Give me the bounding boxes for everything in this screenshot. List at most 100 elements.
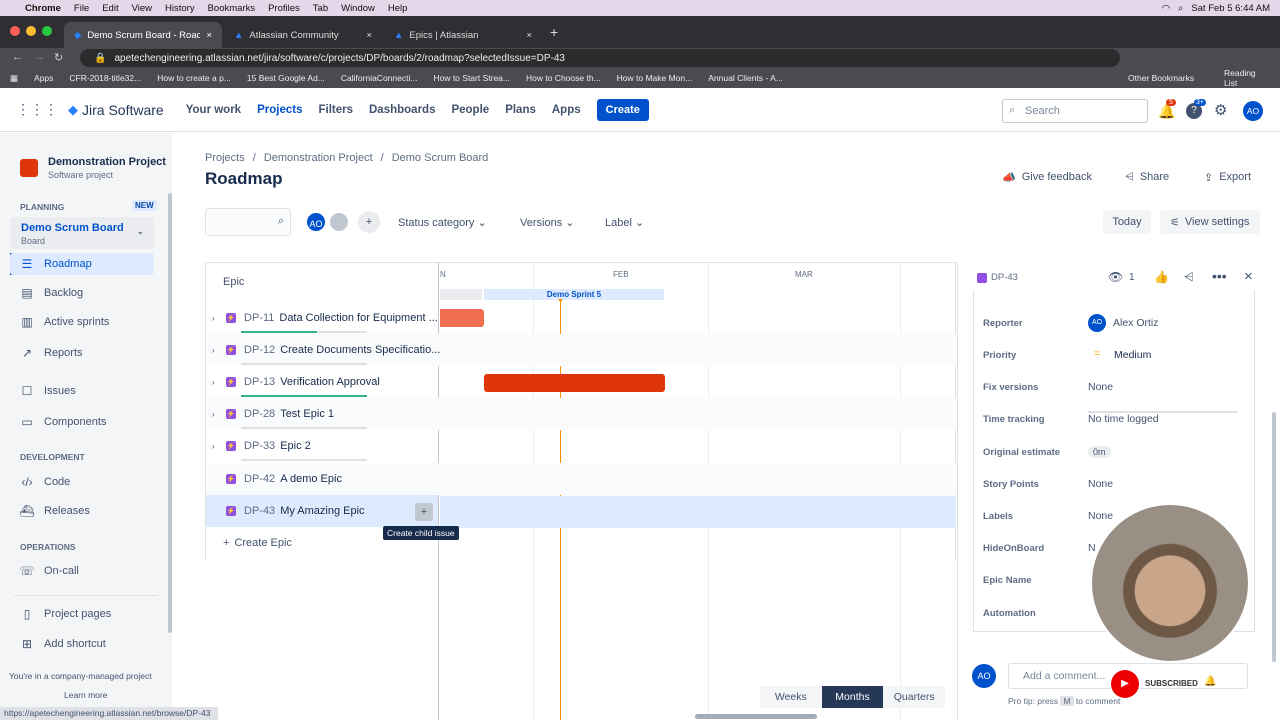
- menu-profiles[interactable]: Profiles: [268, 3, 300, 14]
- tab-roadmap[interactable]: ◆ Demo Scrum Board - Roadmap ×: [64, 22, 222, 48]
- thumbs-up-icon[interactable]: 👍: [1154, 270, 1169, 284]
- close-tab-icon[interactable]: ×: [366, 30, 372, 41]
- app-name[interactable]: Chrome: [25, 3, 61, 14]
- bookmark-item[interactable]: How to Start Strea...: [433, 73, 510, 83]
- close-icon[interactable]: ×: [1244, 268, 1253, 285]
- sidebar-item-active-sprints[interactable]: ▥ Active sprints: [20, 311, 158, 333]
- epic-key[interactable]: DP-13: [244, 376, 275, 388]
- epic-row-dp-11[interactable]: › ⚡ DP-11 Data Collection for Equipment ...: [206, 302, 956, 334]
- epic-key[interactable]: DP-42: [244, 473, 275, 485]
- more-actions-icon[interactable]: •••: [1212, 268, 1227, 284]
- address-bar[interactable]: 🔒 apetechengineering.atlassian.net/jira/…: [80, 49, 1120, 67]
- share-icon[interactable]: ⩤: [1184, 270, 1194, 285]
- nav-projects[interactable]: Projects: [257, 104, 302, 116]
- menu-history[interactable]: History: [165, 3, 195, 14]
- nav-plans[interactable]: Plans: [505, 104, 536, 116]
- bookmark-item[interactable]: CFR-2018-title32...: [69, 73, 141, 83]
- bookmark-item[interactable]: How to Make Mon...: [617, 73, 693, 83]
- horizontal-scrollbar[interactable]: [695, 714, 817, 719]
- search-icon[interactable]: ⌕: [1178, 3, 1183, 14]
- nav-people[interactable]: People: [451, 104, 489, 116]
- jira-logo-icon[interactable]: ◆: [68, 102, 78, 118]
- add-people-icon[interactable]: +: [358, 211, 380, 233]
- settings-gear-icon[interactable]: ⚙: [1214, 101, 1227, 119]
- give-feedback-button[interactable]: 📣 Give feedback: [1002, 171, 1092, 184]
- nav-apps[interactable]: Apps: [552, 104, 581, 116]
- forward-icon[interactable]: →: [34, 51, 45, 63]
- sidebar-item-components[interactable]: ▭ Components: [20, 411, 158, 433]
- nav-dashboards[interactable]: Dashboards: [369, 104, 435, 116]
- sidebar-item-issues[interactable]: ☐ Issues: [20, 380, 158, 402]
- sidebar-item-add-shortcut[interactable]: ⊞ Add shortcut: [20, 633, 158, 655]
- create-button[interactable]: Create: [596, 98, 649, 121]
- selected-row-timeline[interactable]: [440, 496, 956, 528]
- roadmap-search-input[interactable]: ⌕: [205, 208, 291, 236]
- sprint-bar[interactable]: Demo Sprint 5: [484, 289, 664, 300]
- sidebar-item-reports[interactable]: ↗ Reports: [20, 342, 158, 364]
- chevron-right-icon[interactable]: ›: [212, 314, 226, 323]
- epic-summary[interactable]: Epic 2: [280, 440, 311, 452]
- quarters-button[interactable]: Quarters: [883, 686, 946, 708]
- epic-row-dp-43[interactable]: ⚡ DP-43 My Amazing Epic: [206, 495, 438, 527]
- back-icon[interactable]: ←: [12, 51, 23, 63]
- other-bookmarks[interactable]: Other Bookmarks: [1128, 73, 1194, 83]
- project-name[interactable]: Demonstration Project: [48, 156, 166, 168]
- search-input[interactable]: ⌕ Search: [1002, 99, 1148, 123]
- bookmark-item[interactable]: How to Choose th...: [526, 73, 601, 83]
- sidebar-item-code[interactable]: ‹/› Code: [20, 471, 158, 493]
- chevron-right-icon[interactable]: ›: [212, 378, 226, 387]
- epic-row-dp-28[interactable]: › ⚡ DP-28 Test Epic 1: [206, 398, 956, 430]
- issue-key[interactable]: DP-43: [991, 272, 1018, 283]
- breadcrumb-projects[interactable]: Projects: [205, 152, 245, 164]
- sidebar-item-roadmap[interactable]: ☰ Roadmap: [10, 253, 154, 275]
- minimize-window-icon[interactable]: [26, 26, 36, 36]
- field-value[interactable]: None: [1088, 510, 1113, 522]
- bookmark-item[interactable]: Apps: [34, 73, 53, 83]
- app-switcher-icon[interactable]: ⋮⋮⋮: [16, 101, 58, 118]
- learn-more-link[interactable]: Learn more: [64, 690, 107, 700]
- tab-epics[interactable]: ▲ Epics | Atlassian ×: [384, 22, 542, 48]
- new-tab-icon[interactable]: +: [550, 24, 558, 40]
- menu-tab[interactable]: Tab: [313, 3, 328, 14]
- sidebar-item-releases[interactable]: ⛴ Releases: [19, 500, 158, 522]
- nav-filters[interactable]: Filters: [318, 104, 353, 116]
- close-tab-icon[interactable]: ×: [206, 30, 212, 41]
- unassigned-avatar-filter[interactable]: [328, 211, 350, 233]
- export-button[interactable]: ⇪ Export: [1204, 171, 1251, 184]
- reload-icon[interactable]: ↻: [54, 51, 63, 64]
- epic-key[interactable]: DP-33: [244, 440, 275, 452]
- epic-summary[interactable]: My Amazing Epic: [280, 505, 364, 517]
- epic-key[interactable]: DP-12: [244, 344, 275, 356]
- field-value[interactable]: None: [1088, 381, 1113, 393]
- menu-view[interactable]: View: [132, 3, 152, 14]
- field-value[interactable]: N: [1088, 542, 1096, 554]
- field-value[interactable]: No time logged: [1088, 413, 1159, 425]
- menu-edit[interactable]: Edit: [102, 3, 118, 14]
- maximize-window-icon[interactable]: [42, 26, 52, 36]
- share-button[interactable]: ⩤ Share: [1125, 171, 1169, 184]
- board-selector[interactable]: Demo Scrum Board Board ⌄: [10, 217, 154, 249]
- versions-filter[interactable]: Versions ⌄: [520, 216, 574, 229]
- apps-grid-icon[interactable]: ▦: [10, 73, 18, 84]
- epic-summary[interactable]: Verification Approval: [280, 376, 380, 388]
- breadcrumb-project[interactable]: Demonstration Project: [264, 152, 373, 164]
- sidebar-scrollbar[interactable]: [168, 193, 172, 633]
- status-category-filter[interactable]: Status category ⌄: [398, 216, 487, 229]
- epic-summary[interactable]: A demo Epic: [280, 473, 342, 485]
- menu-file[interactable]: File: [74, 3, 89, 14]
- today-button[interactable]: Today: [1103, 210, 1151, 234]
- sidebar-item-on-call[interactable]: ☏ On-call: [20, 560, 158, 582]
- field-value[interactable]: Alex Ortiz: [1113, 317, 1159, 329]
- bookmark-item[interactable]: Annual Clients - A...: [708, 73, 783, 83]
- wifi-icon[interactable]: ◠: [1162, 3, 1170, 14]
- tab-atlassian-community[interactable]: ▲ Atlassian Community ×: [224, 22, 382, 48]
- eye-icon[interactable]: 👁: [1108, 270, 1123, 284]
- epic-summary[interactable]: Test Epic 1: [280, 408, 334, 420]
- weeks-button[interactable]: Weeks: [760, 686, 822, 708]
- create-child-issue-button[interactable]: +: [415, 503, 433, 521]
- bookmark-item[interactable]: 15 Best Google Ad...: [247, 73, 325, 83]
- jira-logo[interactable]: Jira Software: [82, 102, 164, 118]
- chevron-right-icon[interactable]: ›: [212, 442, 226, 451]
- bookmark-item[interactable]: CaliforniaConnecti...: [341, 73, 418, 83]
- epic-row-dp-42[interactable]: ⚡ DP-42 A demo Epic: [206, 463, 956, 495]
